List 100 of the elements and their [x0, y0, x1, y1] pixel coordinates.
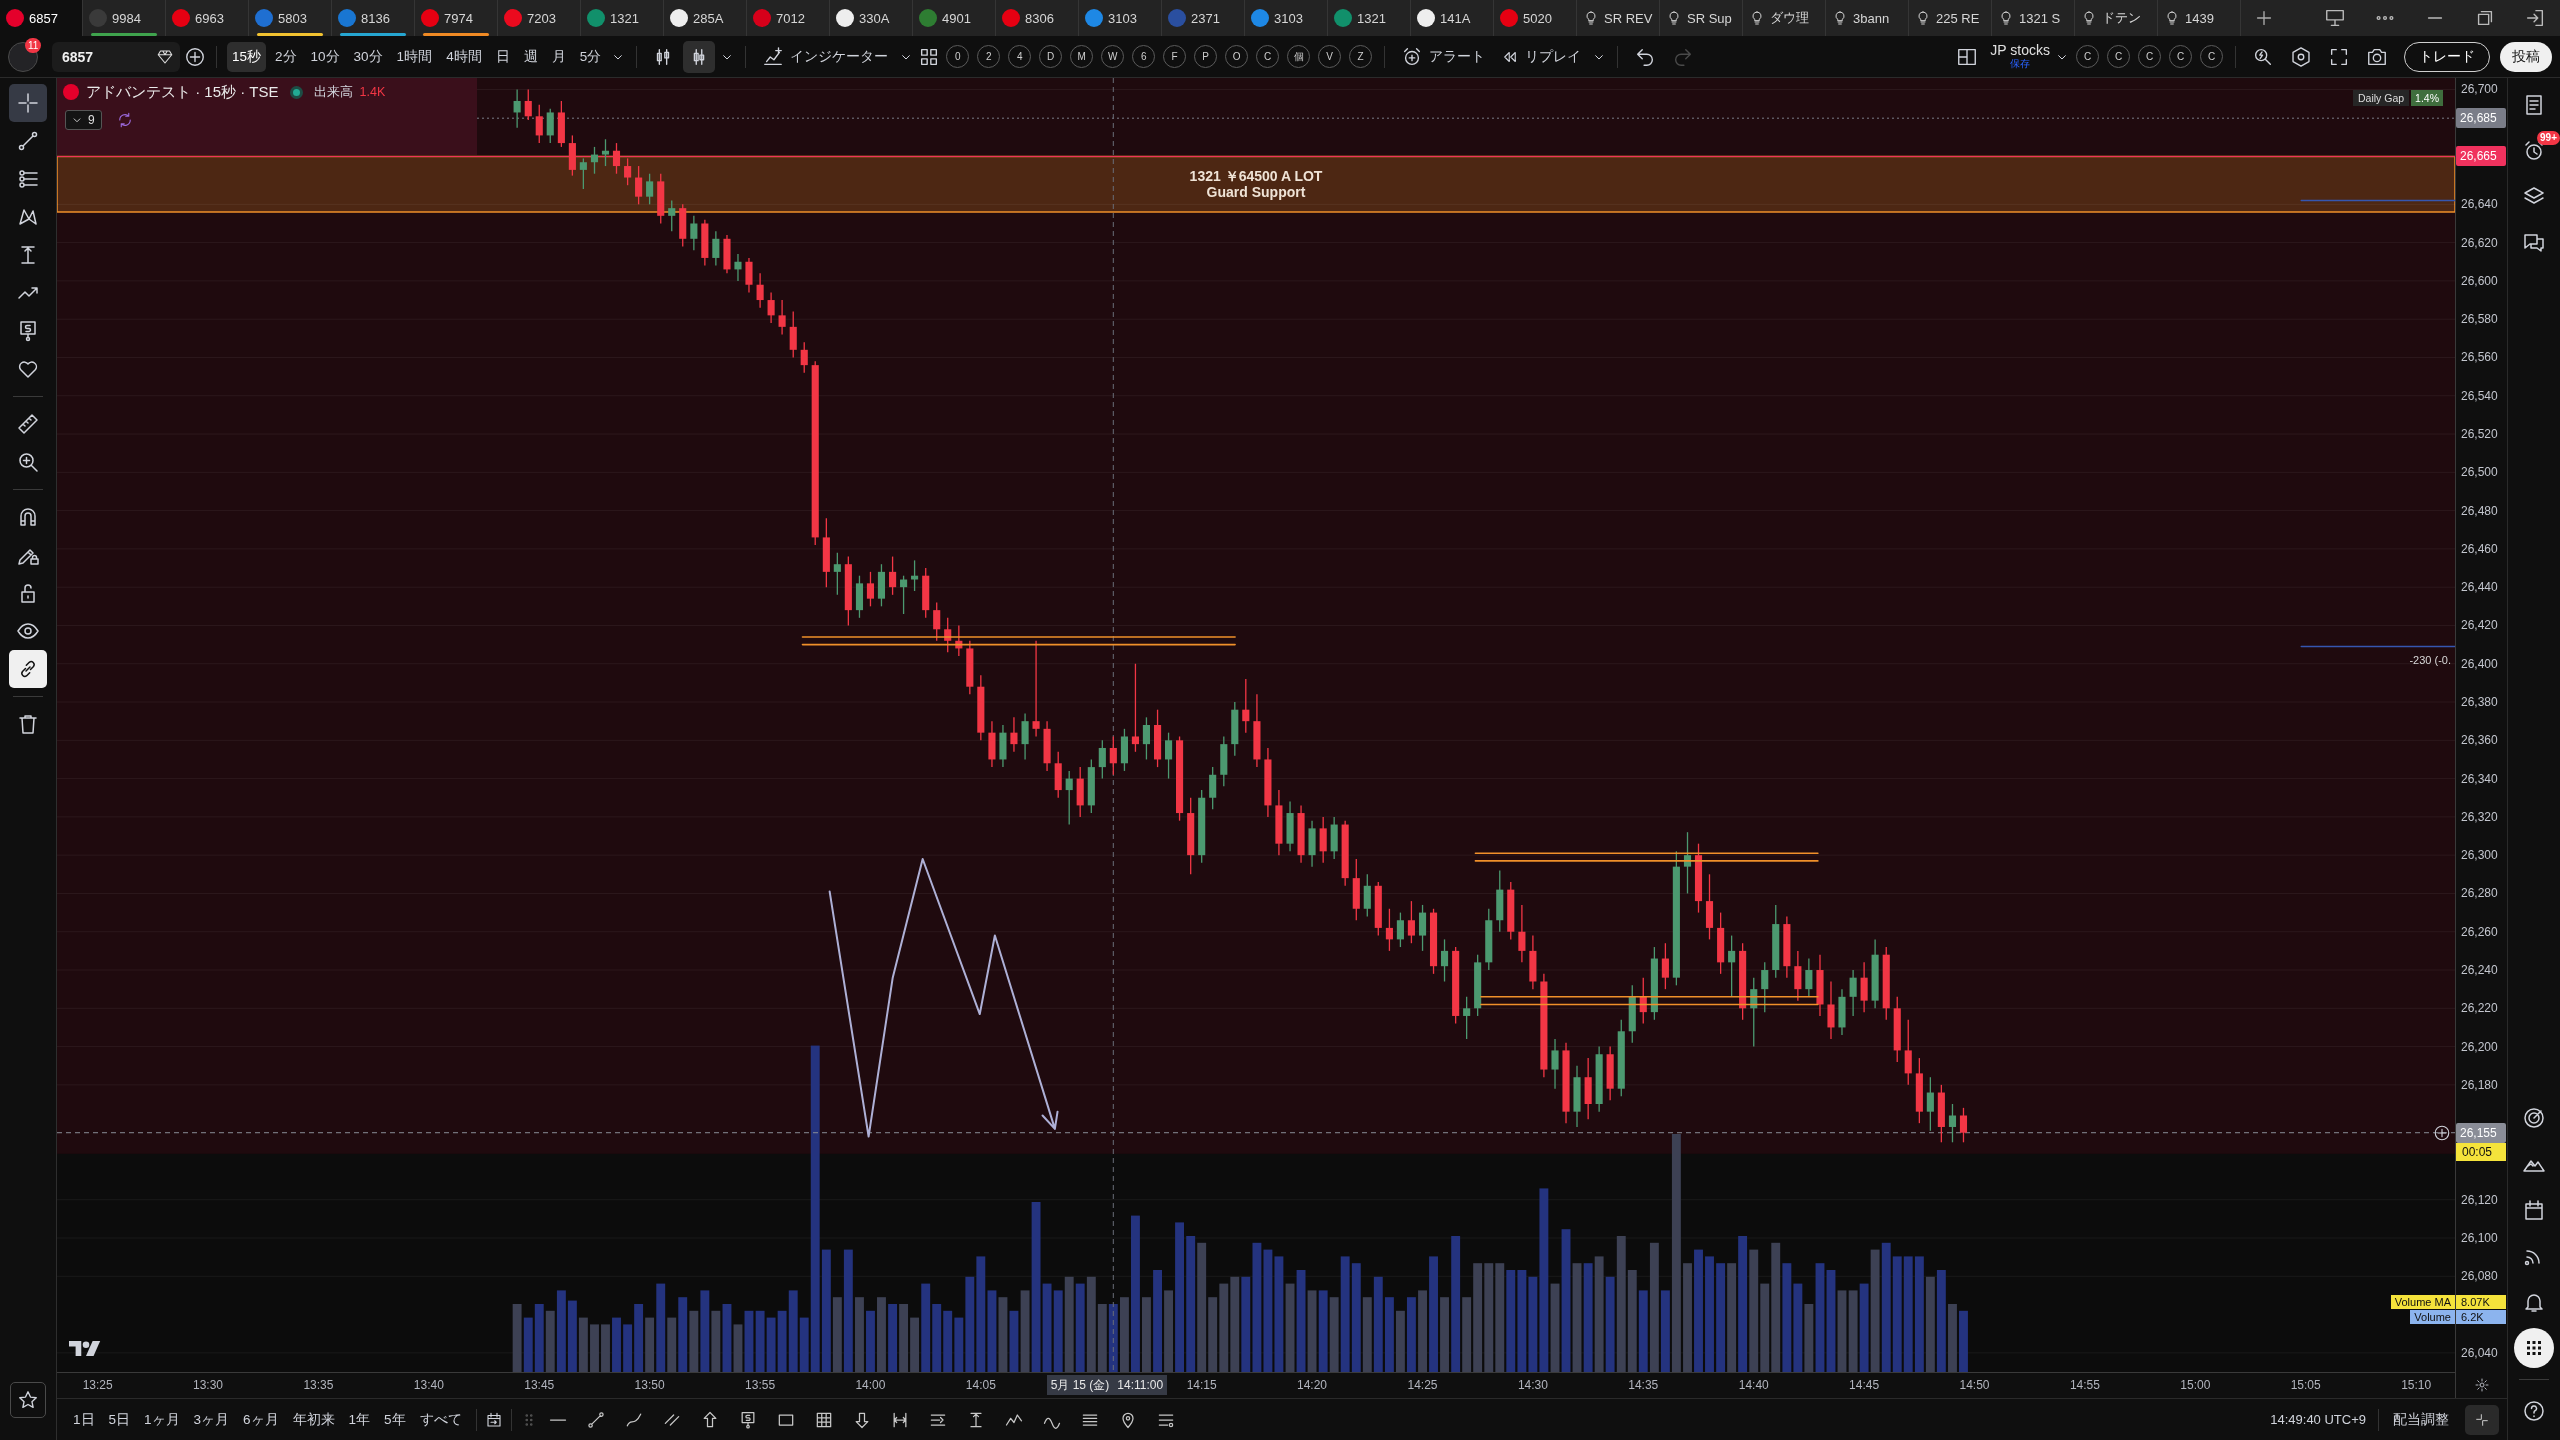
- corner-button[interactable]: [2465, 1404, 2499, 1435]
- time-tick-label: 14:35: [1628, 1378, 1659, 1392]
- toggle-button[interactable]: [9, 650, 47, 688]
- time-tick-label: 13:45: [524, 1378, 555, 1392]
- candle: [1926, 1076, 1934, 1132]
- candle: [1551, 1038, 1559, 1090]
- alert-count-badge: 99+: [2537, 131, 2560, 145]
- interval-button[interactable]: 30分: [348, 41, 388, 72]
- logo-icon[interactable]: [69, 1339, 103, 1358]
- calendar-arrow-icon[interactable]: [484, 1410, 503, 1429]
- range-button[interactable]: 5年: [378, 1405, 412, 1434]
- favorites-button[interactable]: [10, 1382, 46, 1418]
- time-tick-label: 13:55: [745, 1378, 776, 1392]
- candle: [1109, 735, 1117, 776]
- candle: [877, 563, 885, 607]
- candle: [1529, 934, 1537, 990]
- interval-button[interactable]: 日: [490, 41, 515, 72]
- chart-type-button[interactable]: [683, 40, 716, 73]
- volume-legend-label: Volume MA: [2390, 1295, 2455, 1309]
- candle: [1429, 908, 1438, 975]
- ruler-icon: [16, 412, 40, 436]
- alert-button[interactable]: アラート: [1395, 41, 1492, 72]
- collapse-button[interactable]: 9: [65, 110, 102, 130]
- candle: [745, 257, 753, 294]
- price-tick-label: 26,240: [2461, 962, 2498, 978]
- range-button[interactable]: 5日: [102, 1405, 137, 1434]
- candle: [1661, 942, 1669, 990]
- horizontal-line-drawing[interactable]: [801, 643, 1236, 646]
- interval-button[interactable]: 5分: [574, 41, 607, 72]
- range-button[interactable]: 1ヶ月: [138, 1405, 186, 1434]
- interval-button[interactable]: 月: [546, 41, 571, 72]
- parallel-lines-icon: [16, 167, 40, 191]
- range-button[interactable]: すべて: [413, 1405, 468, 1434]
- candle: [889, 555, 897, 596]
- interval-button[interactable]: 2分: [270, 41, 302, 72]
- settings-icon[interactable]: [2290, 45, 2312, 68]
- crosshair-icon: [16, 91, 40, 115]
- candle: [1871, 938, 1879, 1009]
- candle: [723, 234, 731, 274]
- candle: [1573, 1065, 1581, 1128]
- interval-button[interactable]: 週: [518, 41, 543, 72]
- candle: [601, 138, 610, 167]
- lightbulb-icon: [1915, 10, 1931, 26]
- horizontal-line-drawing[interactable]: [1480, 1003, 1819, 1006]
- candle: [1165, 732, 1173, 780]
- candle: [1297, 804, 1305, 864]
- help-icon: [2522, 1399, 2546, 1423]
- range-button[interactable]: 3ヶ月: [187, 1405, 236, 1434]
- candle: [1750, 977, 1758, 1048]
- candle: [701, 219, 709, 267]
- trend-line-icon[interactable]: [585, 1409, 606, 1430]
- price-axis[interactable]: [2455, 78, 2507, 1372]
- range-button[interactable]: 6ヶ月: [237, 1405, 285, 1434]
- time-tick-label: 14:50: [1959, 1378, 1990, 1392]
- candle: [524, 88, 532, 121]
- tool-button[interactable]: [9, 84, 47, 122]
- price-tick-label: 26,560: [2461, 349, 2498, 366]
- candle: [1827, 980, 1835, 1040]
- sidebar-button[interactable]: [2514, 1328, 2554, 1368]
- exit-icon[interactable]: [2524, 7, 2546, 29]
- interval-button[interactable]: 15秒: [227, 41, 267, 72]
- symbol-title[interactable]: アドバンテスト · 15秒 · TSE: [86, 82, 279, 102]
- candle: [1319, 816, 1327, 864]
- monitor-icon[interactable]: [2324, 7, 2346, 29]
- notification-badge: 11: [25, 37, 42, 53]
- gem-icon[interactable]: [156, 47, 174, 66]
- time-tick-label: 14:30: [1517, 1378, 1548, 1392]
- price-tick-label: 26,540: [2461, 387, 2498, 404]
- indicators-button[interactable]: インジケーター: [756, 41, 895, 72]
- publish-button[interactable]: 投稿: [2500, 41, 2552, 72]
- price-tick-label: 26,400: [2461, 655, 2498, 672]
- dividend-adjust-button[interactable]: 配当調整: [2387, 1410, 2455, 1429]
- interval-button[interactable]: 1時間: [391, 41, 438, 72]
- range-button[interactable]: 1日: [67, 1405, 101, 1434]
- symbol-search-field[interactable]: 6857: [52, 41, 180, 72]
- layout-slot-button[interactable]: C: [2076, 45, 2099, 68]
- interval-button[interactable]: 4時間: [441, 41, 487, 72]
- gear-icon[interactable]: [2473, 1377, 2490, 1393]
- trash-icon[interactable]: [16, 712, 40, 736]
- horizontal-line-drawing[interactable]: [1474, 852, 1819, 855]
- candle: [944, 617, 952, 653]
- avatar-icon[interactable]: [8, 41, 38, 72]
- daily-gap-value: 1.4%: [2411, 90, 2443, 106]
- range-button[interactable]: 年初来: [286, 1405, 341, 1434]
- candle: [955, 624, 963, 657]
- range-button[interactable]: 1年: [342, 1405, 377, 1434]
- replay-button[interactable]: リプレイ: [1495, 41, 1588, 72]
- time-tick-label: 14:25: [1407, 1378, 1438, 1392]
- candle: [568, 134, 576, 177]
- candle: [1352, 858, 1360, 921]
- price-tick-label: 26,300: [2461, 847, 2498, 864]
- price-label: 26,665: [2456, 146, 2506, 167]
- candle: [1518, 904, 1526, 963]
- layout-menu-button[interactable]: JP stocks 保存: [1990, 42, 2050, 71]
- candle: [1728, 934, 1736, 998]
- interval-button[interactable]: 10分: [305, 41, 345, 72]
- candle: [1717, 911, 1725, 975]
- price-tick-label: 26,580: [2461, 311, 2498, 328]
- price-zone[interactable]: [57, 155, 2455, 213]
- symbol-tab[interactable]: 6857: [0, 0, 83, 36]
